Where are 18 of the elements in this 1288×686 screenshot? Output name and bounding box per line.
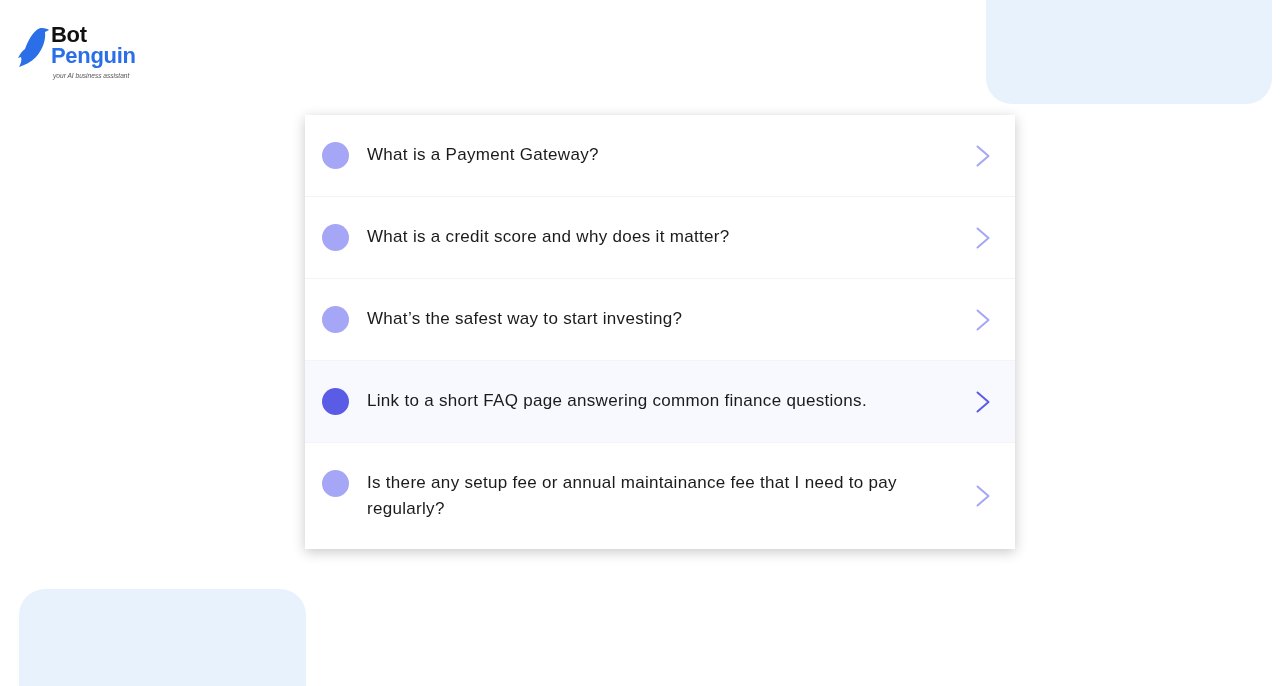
chevron-right-icon bbox=[976, 390, 990, 413]
question-text: Link to a short FAQ page answering common finance questions. bbox=[367, 390, 868, 412]
faq-item[interactable]: What’s the safest way to start investing? bbox=[305, 278, 1015, 360]
faq-item[interactable]: Is there any setup fee or annual maintainance fee that I need to pay regularly? bbox=[305, 442, 1015, 549]
question-text: What is a credit score and why does it matter? bbox=[367, 226, 731, 248]
penguin-icon bbox=[18, 27, 49, 67]
chevron-right-icon bbox=[976, 144, 990, 167]
chevron-right-icon bbox=[976, 226, 990, 249]
question-text: What is a Payment Gateway? bbox=[367, 144, 600, 166]
faq-item[interactable]: Link to a short FAQ page answering common finance questions. bbox=[305, 360, 1015, 442]
brand-name: Penguin bbox=[51, 45, 136, 67]
faq-item[interactable]: What is a Payment Gateway? bbox=[305, 115, 1015, 196]
brand-name: Bot bbox=[51, 25, 87, 45]
question-text: Is there any setup fee or annual maintainance fee that I need to pay regularly? bbox=[367, 472, 898, 520]
question-text: What’s the safest way to start investing? bbox=[367, 308, 684, 330]
chevron-right-icon bbox=[976, 308, 990, 331]
faq-item[interactable]: What is a credit score and why does it matter? bbox=[305, 196, 1015, 278]
chevron-right-icon bbox=[976, 485, 990, 507]
